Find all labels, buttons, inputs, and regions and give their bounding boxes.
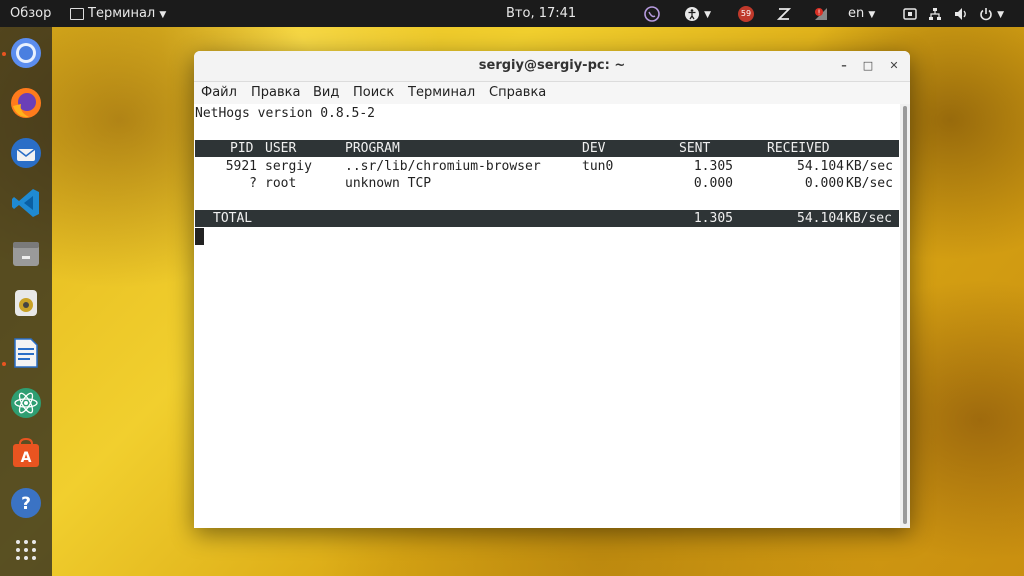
row-program: ..sr/lib/chromium-browser <box>345 159 541 174</box>
firefox-icon[interactable] <box>8 85 44 121</box>
chromium-icon[interactable] <box>8 35 44 71</box>
row-received: 54.104 <box>797 159 844 174</box>
terminal-window: sergiy@sergiy-pc: ~ – □ ✕ Файл Правка Ви… <box>194 51 910 528</box>
scrollbar-thumb[interactable] <box>903 106 907 524</box>
chevron-down-icon: ▼ <box>704 10 712 20</box>
activities-button[interactable]: Обзор <box>10 0 51 27</box>
language-label: en <box>848 6 865 21</box>
app-menu-label: Терминал <box>88 6 156 21</box>
table-row: 5921 sergiy ..sr/lib/chromium-browser tu… <box>195 158 899 175</box>
thunderbird-icon[interactable] <box>8 135 44 171</box>
running-indicator <box>2 52 6 56</box>
software-center-icon[interactable]: A <box>8 435 44 471</box>
row-pid: ? <box>249 176 257 191</box>
terminal-app-icon <box>70 7 84 20</box>
header-received: RECEIVED <box>767 141 830 156</box>
network-icon[interactable] <box>928 0 942 27</box>
vertical-scrollbar[interactable] <box>900 104 910 528</box>
header-pid: PID <box>230 141 254 156</box>
menu-help[interactable]: Справка <box>489 82 546 104</box>
notification-badge: 59 <box>738 5 754 22</box>
atom-icon[interactable] <box>8 385 44 421</box>
maximize-icon[interactable]: □ <box>860 58 876 74</box>
z-icon[interactable] <box>777 0 791 27</box>
row-sent: 0.000 <box>693 176 733 191</box>
svg-text:A: A <box>21 450 32 466</box>
svg-text:!: ! <box>818 8 821 16</box>
header-sent: SENT <box>679 141 711 156</box>
clock[interactable]: Вто, 17:41 <box>506 0 576 27</box>
menu-terminal[interactable]: Терминал <box>408 82 475 104</box>
total-received: 54.104 <box>797 211 844 226</box>
row-user: sergiy <box>265 159 312 174</box>
header-program: PROGRAM <box>345 141 400 156</box>
power-icon[interactable]: ▼ <box>979 0 1004 27</box>
menu-view[interactable]: Вид <box>313 82 339 104</box>
row-sent: 1.305 <box>693 159 733 174</box>
terminal-cursor <box>195 228 204 245</box>
svg-text:?: ? <box>21 494 31 514</box>
rhythmbox-icon[interactable] <box>8 285 44 321</box>
dock: A ? <box>0 27 52 576</box>
close-icon[interactable]: ✕ <box>886 58 902 74</box>
minimize-icon[interactable]: – <box>836 58 852 74</box>
running-indicator <box>2 362 6 366</box>
chevron-down-icon: ▼ <box>159 10 167 20</box>
viber-icon[interactable] <box>644 0 660 27</box>
help-icon[interactable]: ? <box>8 485 44 521</box>
total-unit: KB/sec <box>845 211 892 226</box>
show-apps-icon[interactable] <box>8 532 44 568</box>
row-unit: KB/sec <box>846 176 893 191</box>
row-pid: 5921 <box>225 159 257 174</box>
row-unit: KB/sec <box>846 159 893 174</box>
notification-icon[interactable]: 59 <box>738 0 754 27</box>
header-dev: DEV <box>582 141 606 156</box>
network-alert-icon[interactable]: ! <box>813 0 829 27</box>
files-icon[interactable] <box>8 235 44 271</box>
header-user: USER <box>265 141 297 156</box>
table-header: PID USER PROGRAM DEV SENT RECEIVED <box>195 140 899 157</box>
chevron-down-icon: ▼ <box>868 10 876 20</box>
menu-bar: Файл Правка Вид Поиск Терминал Справка <box>194 82 910 104</box>
row-dev: tun0 <box>582 159 614 174</box>
version-line: NetHogs version 0.8.5-2 <box>195 106 376 121</box>
libreoffice-writer-icon[interactable] <box>8 335 44 371</box>
menu-edit[interactable]: Правка <box>251 82 300 104</box>
total-sent: 1.305 <box>693 211 733 226</box>
terminal-output[interactable]: NetHogs version 0.8.5-2 PID USER PROGRAM… <box>194 104 900 528</box>
vscode-icon[interactable] <box>8 185 44 221</box>
table-row: ? root unknown TCP 0.000 0.000 KB/sec <box>195 175 899 192</box>
window-title: sergiy@sergiy-pc: ~ <box>478 58 626 73</box>
menu-file[interactable]: Файл <box>201 82 237 104</box>
window-titlebar[interactable]: sergiy@sergiy-pc: ~ – □ ✕ <box>194 51 910 82</box>
row-received: 0.000 <box>804 176 844 191</box>
screen-icon[interactable] <box>903 0 917 27</box>
total-row: TOTAL 1.305 54.104 KB/sec <box>195 210 899 227</box>
accessibility-icon[interactable]: ▼ <box>684 0 711 27</box>
row-user: root <box>265 176 297 191</box>
row-program: unknown TCP <box>345 176 432 191</box>
chevron-down-icon: ▼ <box>997 10 1005 20</box>
total-label: TOTAL <box>213 211 253 226</box>
app-menu[interactable]: Терминал ▼ <box>70 0 166 27</box>
top-bar: Обзор Терминал ▼ Вто, 17:41 ▼ 59 ! en ▼ … <box>0 0 1024 27</box>
language-indicator[interactable]: en ▼ <box>848 0 875 27</box>
volume-icon[interactable] <box>954 0 968 27</box>
menu-search[interactable]: Поиск <box>353 82 394 104</box>
